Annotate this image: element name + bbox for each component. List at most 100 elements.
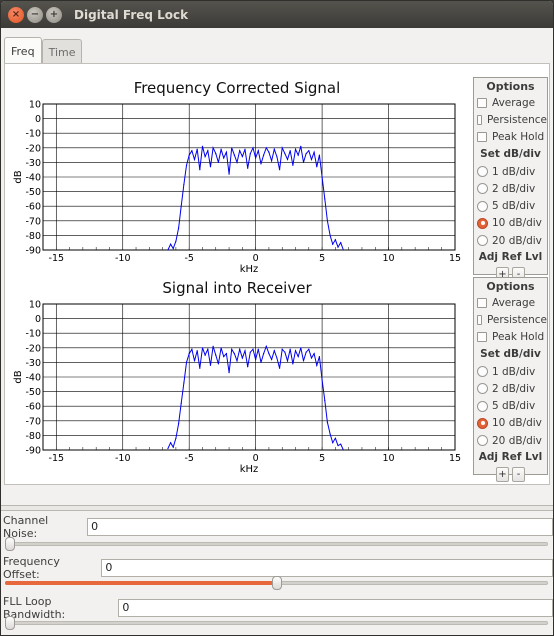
freq-tab-panel: Frequency Corrected Signal 10 0 -10 -20 -30-… bbox=[4, 63, 550, 485]
data-point bbox=[313, 353, 315, 355]
radio-icon[interactable] bbox=[477, 400, 488, 412]
adj-ref-lvl-heading: Adj Ref Lvl bbox=[478, 451, 543, 464]
frequency-offset-input[interactable]: 0 bbox=[101, 559, 553, 577]
data-point bbox=[276, 155, 278, 158]
data-point bbox=[249, 351, 251, 353]
data-point bbox=[188, 353, 190, 355]
radio-icon[interactable] bbox=[477, 383, 488, 395]
ref-level-minus-button[interactable]: - bbox=[512, 467, 525, 483]
data-point bbox=[297, 154, 299, 156]
radio-icon[interactable] bbox=[477, 183, 488, 195]
adj-ref-lvl-heading: Adj Ref Lvl bbox=[478, 251, 543, 264]
slider-track bbox=[5, 621, 548, 625]
y-tick-label: -90 bbox=[25, 446, 41, 457]
data-point bbox=[340, 242, 342, 244]
y-tick-label: -50 bbox=[25, 187, 41, 198]
minimize-icon[interactable]: − bbox=[27, 6, 43, 23]
data-point bbox=[177, 227, 180, 229]
data-point bbox=[204, 354, 206, 356]
checkbox-icon[interactable] bbox=[477, 297, 487, 308]
data-point bbox=[318, 154, 321, 156]
slider-handle[interactable] bbox=[271, 576, 282, 590]
y-axis-label: dB bbox=[13, 170, 24, 183]
average-label: Average bbox=[492, 296, 536, 309]
peak-hold-checkbox[interactable]: Peak Hold bbox=[474, 129, 547, 146]
maximize-icon[interactable]: + bbox=[46, 6, 62, 23]
data-point bbox=[183, 183, 185, 185]
slider-handle[interactable] bbox=[5, 537, 15, 551]
db-radio-5[interactable]: 5 dB/div bbox=[474, 397, 547, 414]
data-point bbox=[334, 239, 336, 241]
x-tick-label: 10 bbox=[383, 253, 395, 264]
data-point bbox=[326, 421, 329, 423]
x-axis-label: kHz bbox=[240, 264, 259, 273]
db-radio-2[interactable]: 2 dB/div bbox=[474, 180, 547, 197]
x-tick-label: 10 bbox=[383, 453, 395, 464]
data-point bbox=[191, 348, 193, 350]
fll-loop-bandwidth-input[interactable]: 0 bbox=[118, 599, 553, 617]
x-tick-label: -5 bbox=[184, 453, 193, 464]
db-radio-1[interactable]: 1 dB/div bbox=[474, 163, 547, 180]
checkbox-icon[interactable] bbox=[477, 114, 482, 125]
checkbox-icon[interactable] bbox=[477, 314, 482, 325]
radio-icon[interactable] bbox=[477, 200, 488, 212]
slider-handle[interactable] bbox=[5, 616, 15, 630]
radio-icon[interactable] bbox=[477, 166, 488, 178]
db-radio-10[interactable]: 10 dB/div bbox=[474, 215, 547, 232]
peak-hold-checkbox[interactable]: Peak Hold bbox=[474, 329, 547, 346]
persistence-checkbox[interactable]: Persistence bbox=[474, 311, 547, 328]
y-axis-label: dB bbox=[13, 370, 24, 383]
radio-icon[interactable] bbox=[477, 435, 488, 447]
y-tick-label: -20 bbox=[25, 343, 41, 354]
persistence-checkbox[interactable]: Persistence bbox=[474, 111, 547, 128]
y-tick-label: -90 bbox=[25, 246, 41, 257]
frequency-offset-slider[interactable] bbox=[5, 576, 548, 590]
checkbox-icon[interactable] bbox=[477, 97, 487, 108]
radio-selected-icon[interactable] bbox=[477, 217, 488, 229]
pane-separator[interactable] bbox=[1, 505, 553, 511]
average-checkbox[interactable]: Average bbox=[474, 294, 547, 311]
data-point bbox=[233, 154, 235, 156]
db-radio-label: 1 dB/div bbox=[492, 365, 536, 378]
data-point bbox=[337, 246, 339, 248]
data-point bbox=[247, 167, 249, 169]
radio-selected-icon[interactable] bbox=[477, 417, 488, 429]
checkbox-icon[interactable] bbox=[477, 332, 487, 343]
tab-time[interactable]: Time bbox=[41, 39, 83, 64]
y-tick-label: 0 bbox=[35, 114, 41, 125]
tab-freq[interactable]: Freq bbox=[4, 37, 42, 64]
fll-loop-bandwidth-slider[interactable] bbox=[5, 616, 548, 630]
average-checkbox[interactable]: Average bbox=[474, 94, 547, 111]
data-point bbox=[286, 360, 289, 362]
db-radio-5[interactable]: 5 dB/div bbox=[474, 197, 547, 214]
data-point bbox=[180, 402, 182, 404]
data-point bbox=[175, 437, 177, 439]
data-point bbox=[241, 155, 243, 158]
data-point bbox=[223, 157, 225, 159]
x-axis-label: kHz bbox=[240, 464, 259, 473]
data-point bbox=[302, 161, 305, 163]
ref-level-buttons: + - bbox=[474, 467, 547, 483]
channel-noise-input[interactable]: 0 bbox=[87, 518, 553, 536]
ref-level-plus-button[interactable]: + bbox=[496, 467, 509, 483]
radio-icon[interactable] bbox=[477, 366, 488, 378]
db-radio-10[interactable]: 10 dB/div bbox=[474, 415, 547, 432]
data-point bbox=[292, 363, 294, 365]
y-tick-label: -50 bbox=[25, 387, 41, 398]
data-point bbox=[270, 358, 273, 361]
data-point bbox=[278, 367, 281, 369]
db-radio-1[interactable]: 1 dB/div bbox=[474, 363, 547, 380]
radio-icon[interactable] bbox=[477, 235, 488, 247]
close-icon[interactable]: × bbox=[8, 6, 24, 23]
data-point bbox=[204, 155, 206, 158]
data-point bbox=[241, 357, 243, 359]
data-point bbox=[257, 348, 259, 350]
db-radio-20[interactable]: 20 dB/div bbox=[474, 232, 547, 249]
db-radio-2[interactable]: 2 dB/div bbox=[474, 380, 547, 397]
data-point bbox=[196, 350, 198, 352]
data-point bbox=[263, 353, 265, 355]
persistence-label: Persistence bbox=[486, 113, 547, 126]
checkbox-icon[interactable] bbox=[477, 132, 487, 143]
db-radio-20[interactable]: 20 dB/div bbox=[474, 432, 547, 449]
channel-noise-slider[interactable] bbox=[5, 537, 548, 551]
